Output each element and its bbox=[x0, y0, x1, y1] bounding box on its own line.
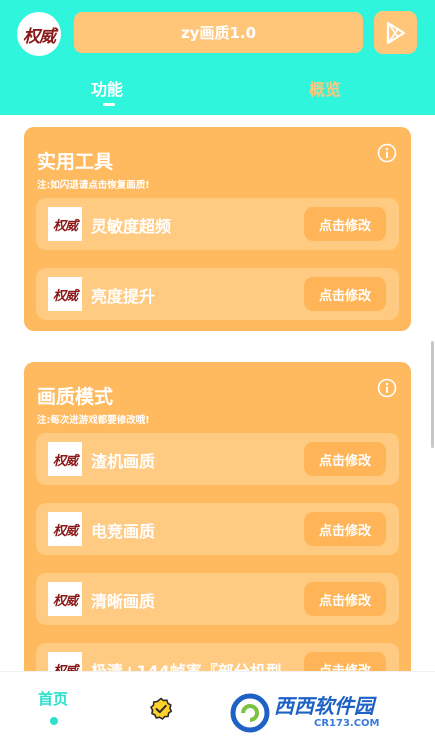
modify-button[interactable]: 点击修改 bbox=[304, 512, 386, 546]
section-title: 实用工具 bbox=[37, 151, 114, 173]
modify-button[interactable]: 点击修改 bbox=[304, 277, 386, 311]
list-item: 权威 灵敏度超频 点击修改 bbox=[36, 198, 399, 250]
tab-active-indicator bbox=[103, 103, 115, 106]
info-icon[interactable] bbox=[377, 378, 397, 398]
item-logo: 权威 bbox=[48, 277, 82, 311]
tab-overview[interactable]: 概览 bbox=[309, 76, 341, 100]
watermark-sub: CR173.COM bbox=[314, 718, 380, 729]
tools-card: 实用工具 注:如闪退请点击恢复画质! 权威 灵敏度超频 点击修改 权威 亮度提升… bbox=[24, 127, 411, 331]
section-note: 注:如闪退请点击恢复画质! bbox=[37, 180, 150, 191]
nav-active-dot bbox=[50, 717, 58, 725]
app-title: zy画质1.0 bbox=[74, 12, 363, 53]
item-label: 亮度提升 bbox=[91, 287, 156, 306]
modify-button[interactable]: 点击修改 bbox=[304, 582, 386, 616]
list-item: 权威 电竞画质 点击修改 bbox=[36, 503, 399, 555]
list-item: 权威 渣机画质 点击修改 bbox=[36, 433, 399, 485]
item-label: 渣机画质 bbox=[91, 452, 156, 471]
logo-seal: 权威 bbox=[23, 26, 56, 47]
info-icon[interactable] bbox=[377, 143, 397, 163]
verified-badge-icon[interactable] bbox=[149, 697, 173, 721]
watermark: 西西软件园 CR173.COM bbox=[230, 690, 430, 736]
modify-button[interactable]: 点击修改 bbox=[304, 442, 386, 476]
watermark-text: 西西软件园 bbox=[274, 696, 374, 718]
item-label: 清晰画质 bbox=[91, 592, 156, 611]
item-label: 灵敏度超频 bbox=[91, 217, 172, 236]
list-item: 权威 亮度提升 点击修改 bbox=[36, 268, 399, 320]
play-button[interactable] bbox=[374, 11, 417, 54]
tab-function[interactable]: 功能 bbox=[91, 76, 123, 100]
app-logo: 权威 bbox=[17, 12, 61, 56]
item-logo: 权威 bbox=[48, 582, 82, 616]
modify-button[interactable]: 点击修改 bbox=[304, 207, 386, 241]
watermark-logo-icon bbox=[230, 693, 270, 733]
app-header: 权威 zy画质1.0 功能 概览 bbox=[0, 0, 435, 115]
item-logo: 权威 bbox=[48, 512, 82, 546]
item-label: 电竞画质 bbox=[91, 522, 156, 541]
nav-home[interactable]: 首页 bbox=[38, 688, 68, 709]
section-note: 注:每次进游戏都要修改哦! bbox=[37, 415, 150, 426]
item-logo: 权威 bbox=[48, 442, 82, 476]
scrollbar[interactable] bbox=[431, 341, 434, 448]
item-logo: 权威 bbox=[48, 207, 82, 241]
list-item: 权威 清晰画质 点击修改 bbox=[36, 573, 399, 625]
section-title: 画质模式 bbox=[37, 386, 114, 408]
play-store-icon bbox=[386, 21, 405, 44]
quality-card: 画质模式 注:每次进游戏都要修改哦! 权威 渣机画质 点击修改 权威 电竞画质 … bbox=[24, 362, 411, 695]
